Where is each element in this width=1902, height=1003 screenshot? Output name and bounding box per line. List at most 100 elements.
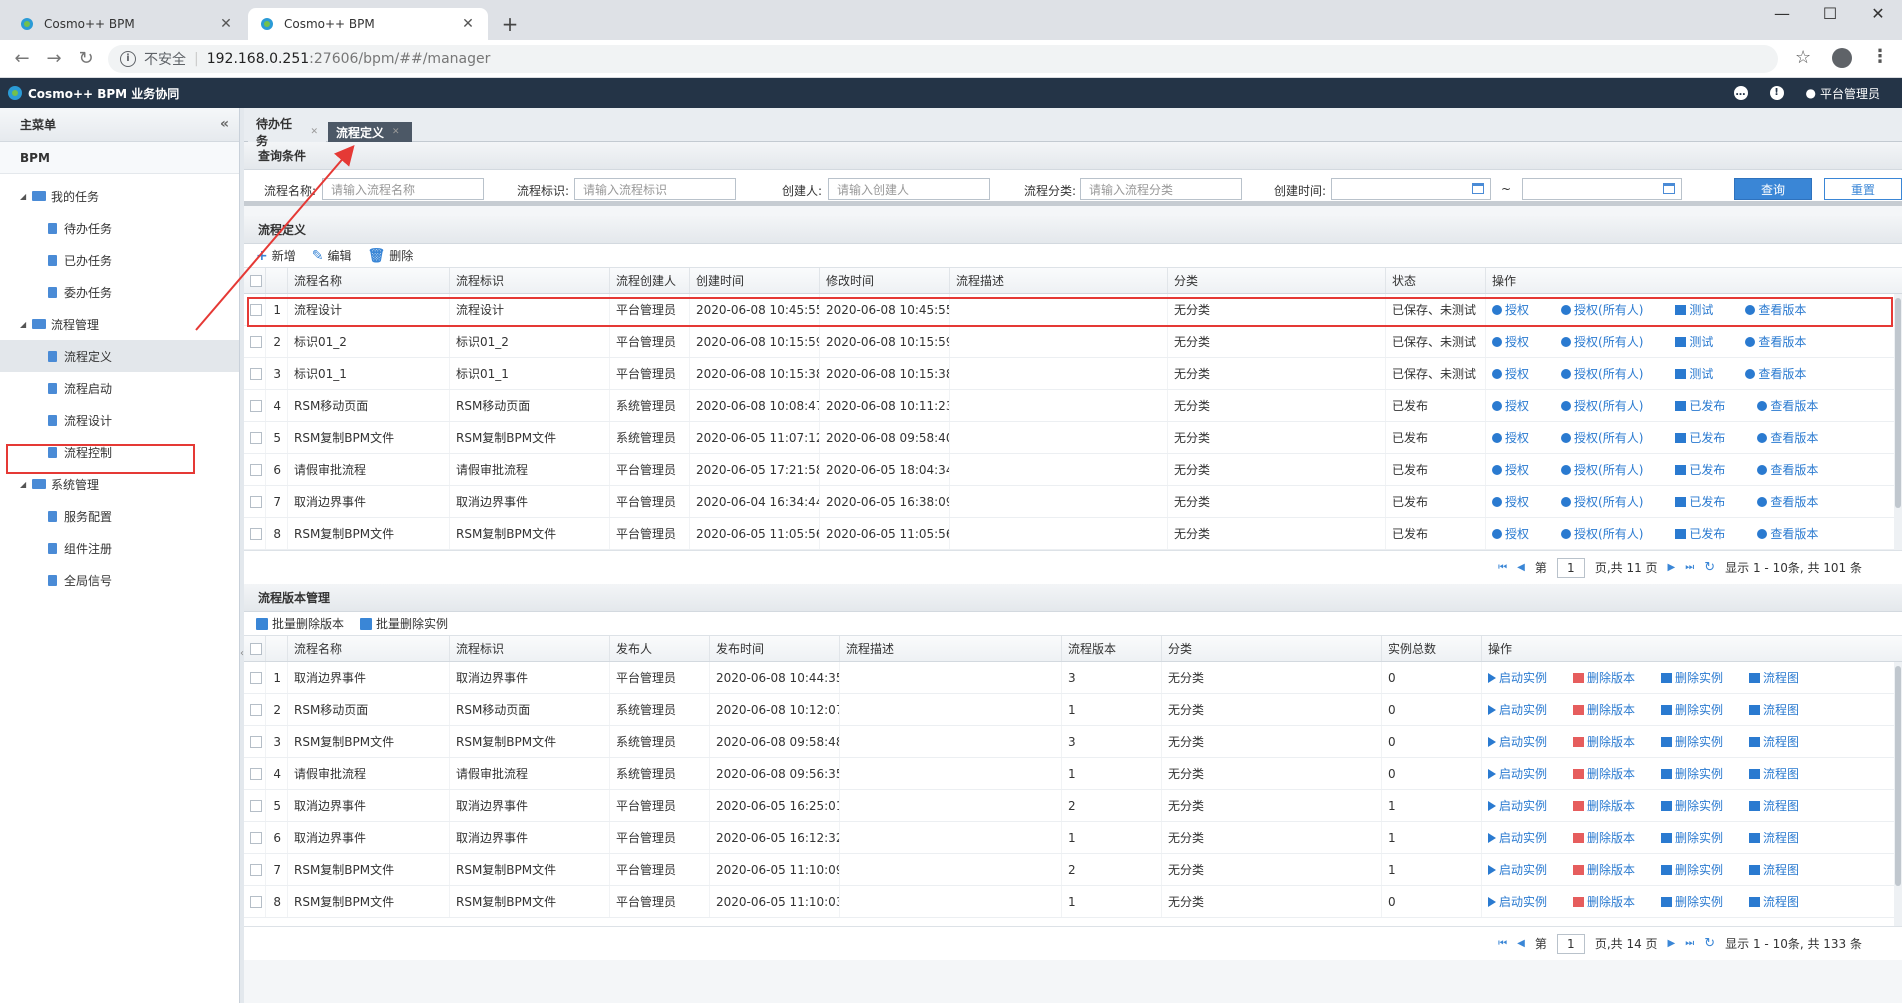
- checkbox[interactable]: [250, 895, 262, 908]
- alert-icon[interactable]: !: [1769, 86, 1784, 100]
- checkbox[interactable]: [250, 274, 262, 287]
- first-page-icon[interactable]: ⏮: [1498, 562, 1507, 573]
- grant-owner-link[interactable]: 授权(所有人): [1561, 429, 1643, 446]
- row-checkbox-cell[interactable]: [244, 822, 266, 853]
- calendar-icon[interactable]: [1663, 183, 1675, 194]
- delete-instance-link[interactable]: 删除实例: [1661, 669, 1723, 686]
- delete-version-link[interactable]: 删除版本: [1573, 669, 1635, 686]
- delete-version-link[interactable]: 删除版本: [1573, 829, 1635, 846]
- header-cell[interactable]: 流程版本: [1062, 636, 1162, 661]
- grant-owner-link[interactable]: 授权(所有人): [1561, 301, 1643, 318]
- tree-item-todo[interactable]: 待办任务: [0, 212, 239, 244]
- table-row[interactable]: 7 RSM复制BPM文件 RSM复制BPM文件 平台管理员 2020-06-05 11:…: [244, 854, 1902, 886]
- table-row[interactable]: 1 流程设计 流程设计 平台管理员 2020-06-08 10:45:55 2020-06…: [244, 294, 1902, 326]
- row-checkbox-cell[interactable]: [244, 326, 266, 357]
- header-cell[interactable]: 流程名称: [288, 636, 450, 661]
- table-row[interactable]: 2 标识01_2 标识01_2 平台管理员 2020-06-08 10:15:59 202…: [244, 326, 1902, 358]
- test-publish-link[interactable]: 已发布: [1675, 397, 1725, 414]
- table-row[interactable]: 6 请假审批流程 请假审批流程 平台管理员 2020-06-05 17:21:58 202…: [244, 454, 1902, 486]
- next-page-icon[interactable]: ▶: [1668, 562, 1676, 573]
- checkbox[interactable]: [250, 335, 262, 348]
- bookmark-star-icon[interactable]: ☆: [1795, 47, 1811, 68]
- delete-instance-link[interactable]: 删除实例: [1661, 829, 1723, 846]
- delete-version-link[interactable]: 删除版本: [1573, 701, 1635, 718]
- created-from-date[interactable]: [1331, 178, 1491, 200]
- header-cell[interactable]: 流程描述: [950, 268, 1168, 293]
- delete-instance-link[interactable]: 删除实例: [1661, 733, 1723, 750]
- tree-item-done[interactable]: 已办任务: [0, 244, 239, 276]
- menu-kebab-icon[interactable]: ⋮: [1871, 46, 1889, 67]
- batch-delete-version-button[interactable]: 批量删除版本: [256, 615, 344, 632]
- view-version-link[interactable]: 查看版本: [1745, 365, 1806, 382]
- new-tab-icon[interactable]: +: [498, 12, 522, 36]
- delete-instance-link[interactable]: 删除实例: [1661, 701, 1723, 718]
- header-cell[interactable]: 修改时间: [820, 268, 950, 293]
- edit-button[interactable]: ✎ 编辑: [312, 247, 352, 264]
- minimize-icon[interactable]: —: [1762, 4, 1802, 23]
- start-instance-link[interactable]: 启动实例: [1488, 733, 1547, 750]
- refresh-icon[interactable]: ↻: [1704, 560, 1715, 575]
- grant-link[interactable]: 授权: [1492, 525, 1529, 542]
- test-publish-link[interactable]: 测试: [1675, 333, 1713, 350]
- maximize-icon[interactable]: ☐: [1810, 4, 1850, 23]
- start-instance-link[interactable]: 启动实例: [1488, 797, 1547, 814]
- scrollbar-thumb[interactable]: [1895, 666, 1901, 886]
- tree-item-delegated[interactable]: 委办任务: [0, 276, 239, 308]
- delete-version-link[interactable]: 删除版本: [1573, 893, 1635, 910]
- grant-link[interactable]: 授权: [1492, 365, 1529, 382]
- tree-item-service-config[interactable]: 服务配置: [0, 500, 239, 532]
- table-row[interactable]: 3 RSM复制BPM文件 RSM复制BPM文件 系统管理员 2020-06-08 09:…: [244, 726, 1902, 758]
- scrollbar-thumb[interactable]: [1895, 298, 1901, 508]
- row-checkbox-cell[interactable]: [244, 390, 266, 421]
- header-cell[interactable]: 流程名称: [288, 268, 450, 293]
- select-all-checkbox-cell[interactable]: [244, 636, 266, 661]
- grant-owner-link[interactable]: 授权(所有人): [1561, 461, 1643, 478]
- header-cell[interactable]: 流程标识: [450, 636, 610, 661]
- next-page-icon[interactable]: ▶: [1668, 938, 1676, 949]
- grant-owner-link[interactable]: 授权(所有人): [1561, 493, 1643, 510]
- diagram-link[interactable]: 流程图: [1749, 669, 1799, 686]
- delete-version-link[interactable]: 删除版本: [1573, 765, 1635, 782]
- checkbox[interactable]: [250, 495, 262, 508]
- checkbox[interactable]: [250, 863, 262, 876]
- tree-group-my-tasks[interactable]: ◢ 我的任务: [0, 180, 239, 212]
- row-checkbox-cell[interactable]: [244, 694, 266, 725]
- test-publish-link[interactable]: 测试: [1675, 301, 1713, 318]
- tab-todo-tasks[interactable]: 待办任务 ✕: [248, 117, 326, 148]
- row-checkbox-cell[interactable]: [244, 294, 266, 325]
- table-row[interactable]: 6 取消边界事件 取消边界事件 平台管理员 2020-06-05 16:12:32 1 无分…: [244, 822, 1902, 854]
- checkbox[interactable]: [250, 463, 262, 476]
- start-instance-link[interactable]: 启动实例: [1488, 829, 1547, 846]
- close-icon[interactable]: ✕: [218, 16, 234, 32]
- tab-process-definition[interactable]: 流程定义 ✕: [328, 122, 412, 142]
- checkbox[interactable]: [250, 399, 262, 412]
- view-version-link[interactable]: 查看版本: [1757, 493, 1818, 510]
- forward-icon[interactable]: →: [42, 48, 66, 69]
- vertical-scrollbar[interactable]: [1894, 294, 1902, 550]
- back-icon[interactable]: ←: [10, 48, 34, 69]
- process-name-input[interactable]: 请输入流程名称: [322, 178, 484, 200]
- start-instance-link[interactable]: 启动实例: [1488, 701, 1547, 718]
- url-field[interactable]: i 不安全 | 192.168.0.251 :27606/bpm/##/mana…: [108, 45, 1778, 73]
- row-checkbox-cell[interactable]: [244, 662, 266, 693]
- calendar-icon[interactable]: [1472, 183, 1484, 194]
- grant-owner-link[interactable]: 授权(所有人): [1561, 525, 1643, 542]
- close-icon[interactable]: ✕: [392, 127, 400, 137]
- tree-group-process-mgmt[interactable]: ◢ 流程管理: [0, 308, 239, 340]
- test-publish-link[interactable]: 已发布: [1675, 429, 1725, 446]
- grant-link[interactable]: 授权: [1492, 397, 1529, 414]
- select-all-checkbox-cell[interactable]: [244, 268, 266, 293]
- delete-instance-link[interactable]: 删除实例: [1661, 765, 1723, 782]
- delete-button[interactable]: 🗑 删除: [368, 247, 414, 264]
- row-checkbox-cell[interactable]: [244, 886, 266, 917]
- checkbox[interactable]: [250, 799, 262, 812]
- table-row[interactable]: 8 RSM复制BPM文件 RSM复制BPM文件 平台管理员 2020-06-05 11:…: [244, 886, 1902, 918]
- table-row[interactable]: 2 RSM移动页面 RSM移动页面 系统管理员 2020-06-08 10:12:07 1…: [244, 694, 1902, 726]
- view-version-link[interactable]: 查看版本: [1745, 333, 1806, 350]
- add-button[interactable]: + 新增: [256, 247, 296, 264]
- checkbox[interactable]: [250, 527, 262, 540]
- grant-link[interactable]: 授权: [1492, 301, 1529, 318]
- grant-owner-link[interactable]: 授权(所有人): [1561, 333, 1643, 350]
- diagram-link[interactable]: 流程图: [1749, 797, 1799, 814]
- expand-triangle-icon[interactable]: ◢: [20, 192, 32, 201]
